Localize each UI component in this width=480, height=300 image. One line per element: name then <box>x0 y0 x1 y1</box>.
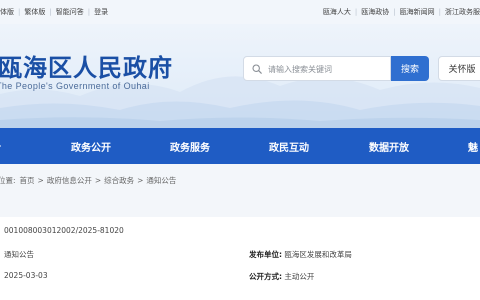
smart-qa-link[interactable]: 智能问答 <box>52 7 88 17</box>
publisher: 发布单位: 瓯海区发展和改革局 <box>249 249 352 260</box>
top-right-links: 瓯海人大 | 瓯海政协 | 瓯海新闻网 | 浙江政务服 <box>319 0 480 24</box>
category: 通知公告 <box>4 249 34 260</box>
main-nav: 政务公开 政务服务 政民互动 数据开放 魅 <box>0 128 480 164</box>
top-utility-bar: 体版 | 繁体版 | 智能问答 | 登录 瓯海人大 | 瓯海政协 | 瓯海新闻网… <box>0 0 480 25</box>
ouhai-news-link[interactable]: 瓯海新闻网 <box>396 7 439 17</box>
nav-item-label: 政务公开 <box>71 142 111 154</box>
open-method-value: 主动公开 <box>284 272 315 281</box>
nav-item-label: 政民互动 <box>269 142 309 154</box>
search-button[interactable]: 搜索 <box>391 56 429 81</box>
care-mode-button[interactable]: 关怀版 <box>438 56 480 81</box>
publish-date: 2025-03-03 <box>4 271 48 280</box>
ouhai-cppcc-link[interactable]: 瓯海政协 <box>357 7 393 17</box>
publisher-value: 瓯海区发展和改革局 <box>284 250 352 259</box>
index-number: 001008003012002/2025-81020 <box>4 226 124 235</box>
index-number-value: 001008003012002/2025-81020 <box>4 226 124 235</box>
top-left-links: 体版 | 繁体版 | 智能问答 | 登录 <box>0 0 112 24</box>
nav-item-charm-ouhai[interactable]: 魅 <box>468 128 478 164</box>
breadcrumb-item-info-open[interactable]: 政府信息公开 <box>47 175 92 186</box>
login-link[interactable]: 登录 <box>90 7 112 17</box>
nav-item-home[interactable] <box>0 128 2 164</box>
breadcrumb-item-home[interactable]: 首页 <box>20 175 35 186</box>
breadcrumb-item-general[interactable]: 综合政务 <box>104 175 134 186</box>
breadcrumb: 位置: 首页 > 政府信息公开 > 综合政务 > 通知公告 <box>0 164 480 197</box>
nav-item-gov-affairs-open[interactable]: 政务公开 <box>71 128 111 164</box>
ouhai-npc-link[interactable]: 瓯海人大 <box>319 7 355 17</box>
chevron-icon <box>0 145 1 147</box>
search-icon <box>252 64 262 74</box>
site-header: 瓯海区人民政府 The People's Government of Ouhai… <box>0 24 480 128</box>
breadcrumb-separator: > <box>137 176 144 185</box>
site-title[interactable]: 瓯海区人民政府 <box>0 48 173 83</box>
article-meta-card: 001008003012002/2025-81020 通知公告 发布单位: 瓯海… <box>0 217 480 300</box>
zhejiang-gov-service-link[interactable]: 浙江政务服 <box>441 7 480 17</box>
breadcrumb-item-notices[interactable]: 通知公告 <box>146 175 176 186</box>
breadcrumb-separator: > <box>37 176 44 185</box>
publisher-label: 发布单位: <box>249 250 282 259</box>
content-area: 位置: 首页 > 政府信息公开 > 综合政务 > 通知公告 0010080030… <box>0 164 480 300</box>
breadcrumb-prefix: 位置: <box>0 176 16 185</box>
nav-item-label: 魅 <box>468 142 478 154</box>
open-method-label: 公开方式: <box>249 272 282 281</box>
search-box[interactable] <box>243 56 391 81</box>
nav-item-data-open[interactable]: 数据开放 <box>369 128 409 164</box>
search-input[interactable] <box>268 61 386 77</box>
open-method: 公开方式: 主动公开 <box>249 271 314 282</box>
publish-date-value: 2025-03-03 <box>4 271 48 280</box>
breadcrumb-separator: > <box>94 176 102 185</box>
traditional-chinese-link[interactable]: 繁体版 <box>20 7 49 17</box>
nav-item-label: 政务服务 <box>170 142 210 154</box>
site-subtitle: The People's Government of Ouhai <box>0 81 150 91</box>
nav-item-gov-services[interactable]: 政务服务 <box>170 128 210 164</box>
simplified-chinese-link[interactable]: 体版 <box>0 7 18 17</box>
category-value: 通知公告 <box>4 250 34 259</box>
nav-item-label: 数据开放 <box>369 142 409 154</box>
nav-item-public-interaction[interactable]: 政民互动 <box>269 128 309 164</box>
